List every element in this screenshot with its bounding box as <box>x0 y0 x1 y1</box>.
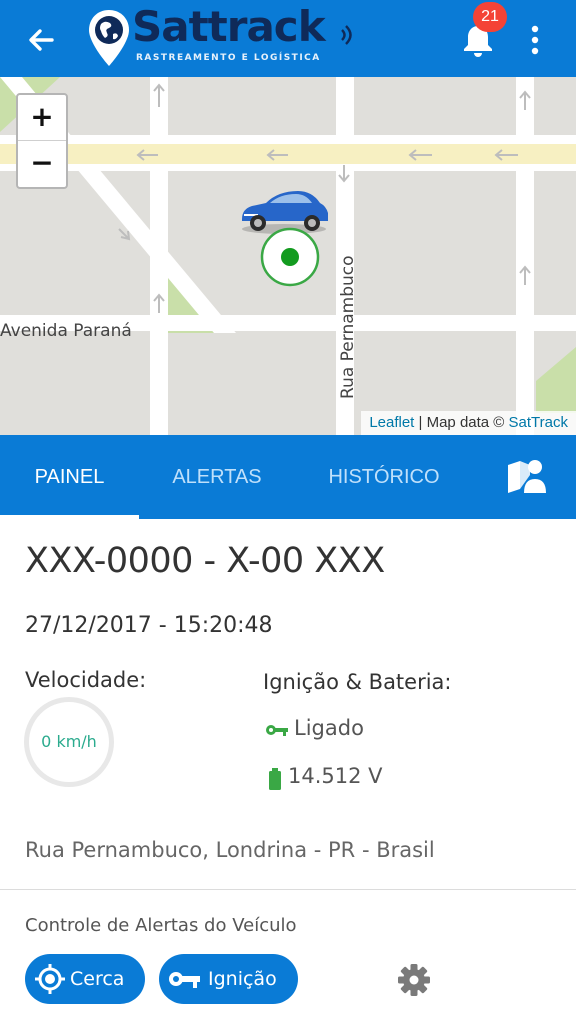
battery-icon <box>269 768 281 790</box>
more-vert-icon[interactable] <box>520 20 550 60</box>
map-attribution: Leaflet | Map data © SatTrack <box>361 411 576 435</box>
crosshair-icon <box>35 964 65 994</box>
ignition-battery-label: Ignição & Bateria: <box>263 670 452 694</box>
brand-tagline: RASTREAMENTO E LOGÍSTICA <box>136 53 321 63</box>
map-person-icon[interactable] <box>504 455 548 499</box>
tab-painel[interactable]: PAINEL <box>0 435 139 519</box>
ignition-status-text: Ligado <box>294 716 364 740</box>
notification-badge: 21 <box>473 2 507 32</box>
alert-controls-title: Controle de Alertas do Veículo <box>25 915 297 936</box>
back-arrow-icon[interactable] <box>22 20 62 60</box>
cerca-button[interactable]: Cerca <box>25 954 145 1004</box>
ignicao-button[interactable]: Ignição <box>159 954 298 1004</box>
vehicle-plate: XXX-0000 - X-00 XXX <box>25 541 385 581</box>
position-marker-icon <box>260 227 320 287</box>
key-icon <box>169 972 200 988</box>
globe-pin-icon <box>89 10 129 66</box>
key-icon <box>266 725 288 736</box>
speed-value: 0 km/h <box>41 732 97 751</box>
zoom-in-button[interactable]: + <box>18 95 66 141</box>
last-update-timestamp: 27/12/2017 - 15:20:48 <box>25 613 273 638</box>
brand-logo: Sattrack RASTREAMENTO E LOGÍSTICA <box>82 2 362 70</box>
map-view[interactable]: + − Avenida Paraná Rua Pernambuco Leafle… <box>0 77 576 435</box>
zoom-out-button[interactable]: − <box>18 141 66 187</box>
tab-active-indicator <box>0 515 139 519</box>
cerca-button-label: Cerca <box>70 968 125 990</box>
signal-icon <box>341 25 352 45</box>
street-label: Avenida Paraná <box>0 321 132 341</box>
street-label: Rua Pernambuco <box>338 255 358 399</box>
speed-label: Velocidade: <box>25 668 147 692</box>
gear-icon[interactable] <box>396 962 432 998</box>
battery-voltage-text: 14.512 V <box>288 764 383 788</box>
brand-name: Sattrack <box>132 2 326 51</box>
tab-alertas[interactable]: ALERTAS <box>139 435 295 519</box>
divider <box>0 889 576 890</box>
vehicle-address: Rua Pernambuco, Londrina - PR - Brasil <box>25 838 435 862</box>
tab-bar: PAINEL ALERTAS HISTÓRICO <box>0 435 576 519</box>
tab-historico[interactable]: HISTÓRICO <box>305 435 463 519</box>
provider-link[interactable]: SatTrack <box>509 414 568 431</box>
leaflet-link[interactable]: Leaflet <box>369 414 414 431</box>
attribution-text: | Map data © <box>414 414 509 431</box>
zoom-control: + − <box>16 93 68 189</box>
app-bar: Sattrack RASTREAMENTO E LOGÍSTICA 21 <box>0 0 576 77</box>
ignicao-button-label: Ignição <box>208 968 277 990</box>
speed-gauge: 0 km/h <box>24 697 114 787</box>
